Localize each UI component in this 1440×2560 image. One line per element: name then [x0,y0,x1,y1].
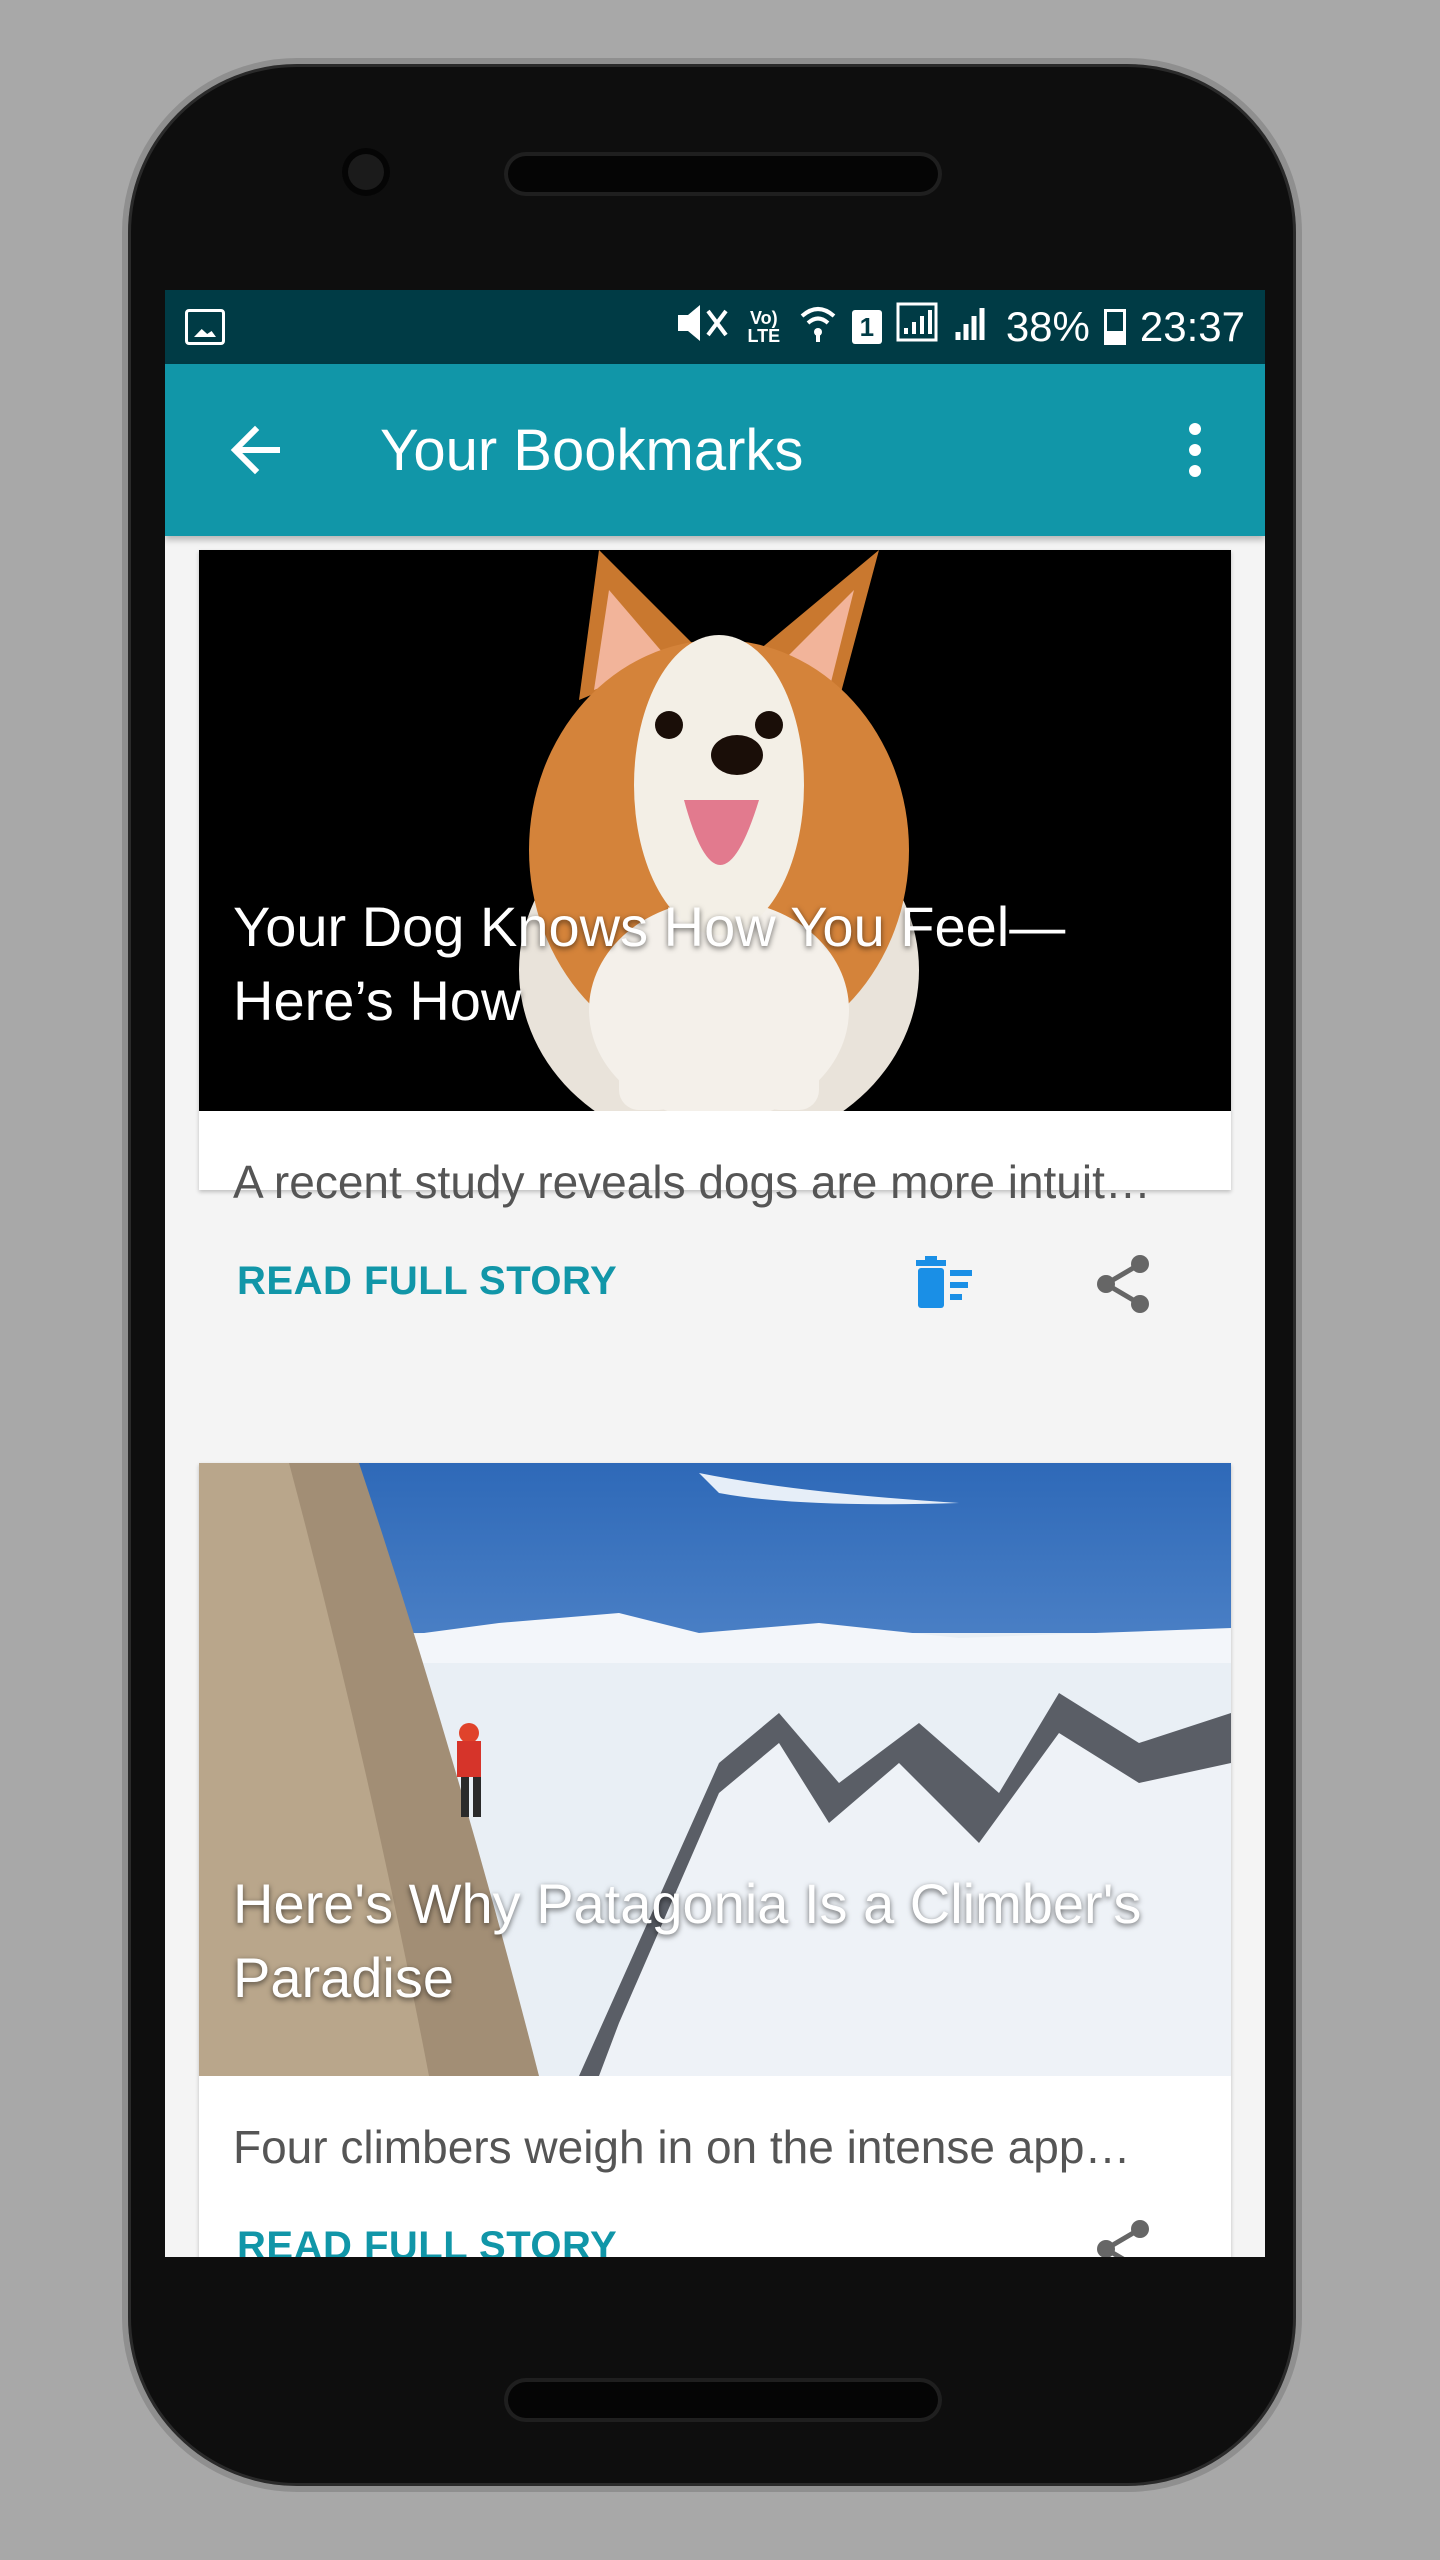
clock-time: 23:37 [1139,303,1245,350]
app-bar: Your Bookmarks [165,364,1265,536]
share-icon [1097,2220,1149,2257]
sim-icon: 1 [851,310,882,344]
article-description: A recent study reveals dogs are more int… [233,1156,1151,1208]
battery-icon [1103,309,1126,345]
bookmark-card[interactable]: Your Dog Knows How You Feel—Here’s How A… [199,550,1231,1313]
card-actions: READ FULL STORY [199,2174,1231,2257]
article-image[interactable]: Your Dog Knows How You Feel—Here’s How [199,550,1231,1111]
front-camera [342,148,390,196]
delete-bookmark-icon [916,1256,972,1308]
bottom-speaker [508,2382,938,2418]
more-vert-icon-dot [1189,465,1201,477]
article-description: Four climbers weigh in on the intense ap… [233,2121,1131,2173]
mute-vibrate-icon [674,303,730,352]
bookmark-card[interactable]: Here's Why Patagonia Is a Climber's Para… [199,1463,1231,2257]
more-vert-icon [1189,423,1201,435]
share-icon [1097,1255,1149,1313]
signal-box-icon [896,302,938,352]
battery-percent: 38% [1005,303,1090,350]
volte-icon: Vo) LTE [747,308,781,346]
page-title: Your Bookmarks [380,417,804,483]
share-button[interactable] [1079,1239,1169,1329]
article-title: Here's Why Patagonia Is a Climber's Para… [233,1872,1142,2009]
image-icon [185,309,225,345]
signal-icon [952,302,992,352]
arrow-left-icon [230,425,280,475]
back-button[interactable] [205,400,305,500]
article-title: Your Dog Knows How You Feel—Here’s How [233,895,1066,1032]
delete-bookmark-button[interactable] [899,1239,989,1329]
more-vert-icon-dot [1189,444,1201,456]
article-image[interactable]: Here's Why Patagonia Is a Climber's Para… [199,1463,1231,2076]
status-icons: Vo) LTE 1 38% 23:37 [674,302,1245,352]
overflow-menu-button[interactable] [1165,400,1225,500]
wifi-icon [798,302,838,352]
status-bar: Vo) LTE 1 38% 23:37 [165,290,1265,364]
app-screen: Vo) LTE 1 38% 23:37 Your Bookmarks Your … [165,290,1265,2257]
read-full-story-button[interactable]: READ FULL STORY [237,2224,617,2257]
share-button[interactable] [1079,2204,1169,2257]
earpiece-speaker [508,156,938,192]
card-actions: READ FULL STORY [199,1209,1231,1359]
read-full-story-button[interactable]: READ FULL STORY [237,1259,617,1304]
